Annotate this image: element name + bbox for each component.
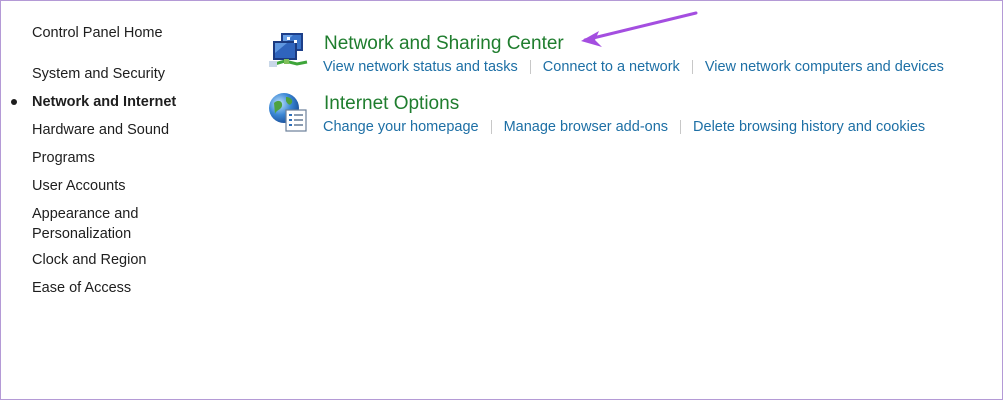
link-separator (691, 60, 693, 74)
network-and-sharing-center-title[interactable]: Network and Sharing Center (324, 32, 564, 56)
left-navigation: Control Panel Home System and Security N… (1, 1, 241, 399)
nav-hardware-and-sound[interactable]: Hardware and Sound (32, 120, 169, 140)
nav-clock-and-region[interactable]: Clock and Region (32, 250, 146, 270)
link-view-network-computers[interactable]: View network computers and devices (705, 57, 944, 77)
nav-appearance-and-personalization-line1[interactable]: Appearance and (32, 204, 138, 224)
internet-options-title[interactable]: Internet Options (324, 92, 459, 116)
control-panel-window: Control Panel Home System and Security N… (0, 0, 1003, 400)
nav-control-panel-home[interactable]: Control Panel Home (32, 23, 163, 43)
nav-system-and-security[interactable]: System and Security (32, 64, 165, 84)
annotation-arrow-icon (581, 11, 698, 47)
internet-options-icon[interactable] (267, 91, 309, 133)
internet-options-links: Change your homepage Manage browser add-… (323, 117, 925, 137)
nav-programs[interactable]: Programs (32, 148, 95, 168)
network-and-sharing-center-links: View network status and tasks Connect to… (323, 57, 944, 77)
link-manage-browser-addons[interactable]: Manage browser add-ons (504, 117, 668, 137)
nav-network-and-internet[interactable]: Network and Internet (32, 92, 176, 112)
link-connect-to-network[interactable]: Connect to a network (543, 57, 680, 77)
network-sharing-icon[interactable] (267, 31, 309, 73)
nav-user-accounts[interactable]: User Accounts (32, 176, 126, 196)
nav-appearance-and-personalization-line2[interactable]: Personalization (32, 224, 131, 244)
link-delete-browsing-history[interactable]: Delete browsing history and cookies (693, 117, 925, 137)
link-separator (529, 60, 531, 74)
link-view-network-status[interactable]: View network status and tasks (323, 57, 518, 77)
active-bullet-icon (11, 99, 17, 105)
link-separator (490, 120, 492, 134)
nav-ease-of-access[interactable]: Ease of Access (32, 278, 131, 298)
link-change-homepage[interactable]: Change your homepage (323, 117, 479, 137)
link-separator (680, 120, 682, 134)
